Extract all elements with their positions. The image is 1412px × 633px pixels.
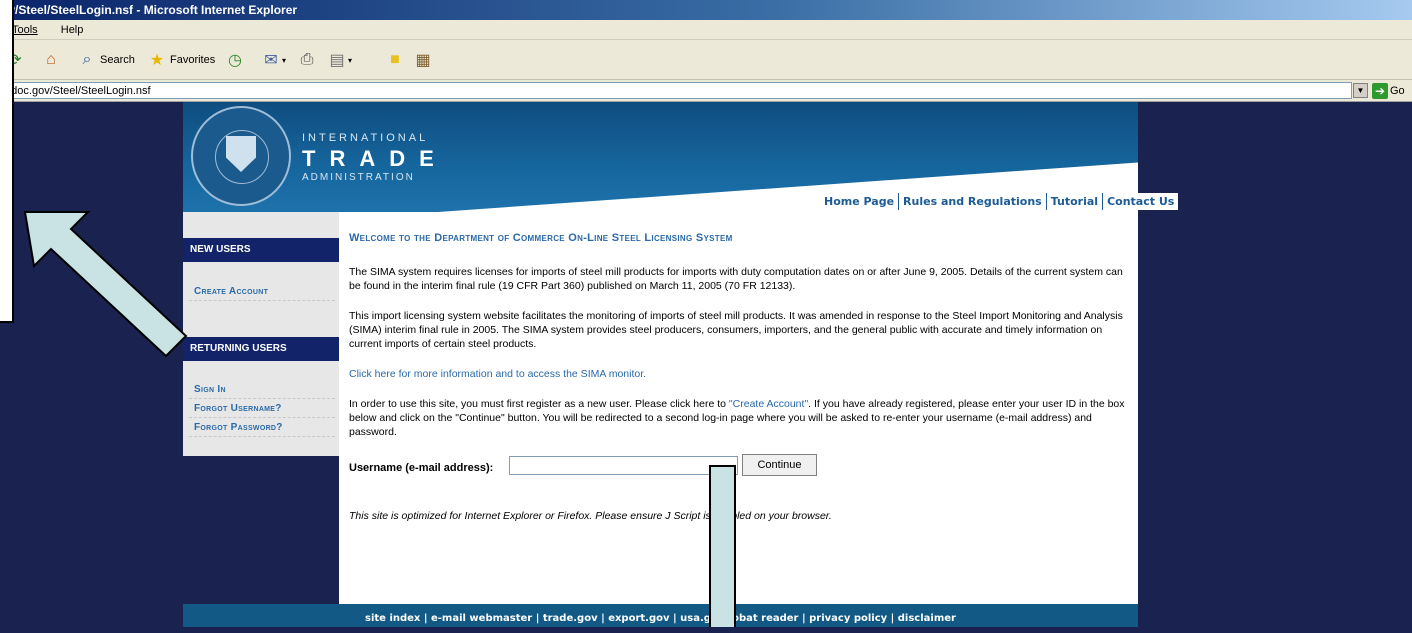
address-dropdown-button[interactable]: ▼ — [1353, 83, 1368, 98]
favorites-button[interactable]: ★ Favorites — [146, 48, 215, 72]
nav-tutorial[interactable]: Tutorial — [1045, 193, 1102, 210]
returning-users-heading: RETURNING USERS — [183, 337, 339, 361]
divider — [189, 398, 335, 399]
star-icon: ★ — [149, 52, 165, 69]
folder-icon: ■ — [390, 51, 400, 68]
address-input[interactable]: a.doc.gov/Steel/SteelLogin.nsf — [0, 82, 1352, 99]
chevron-down-icon: ▾ — [348, 55, 353, 65]
print-button[interactable]: ⎙ — [296, 48, 318, 72]
create-account-link[interactable]: Create Account — [194, 286, 268, 297]
annotation-bar — [709, 465, 736, 627]
print-icon: ⎙ — [300, 51, 314, 68]
nav-contact-us[interactable]: Contact Us — [1102, 193, 1178, 210]
sima-monitor-link[interactable]: Click here for more information and to a… — [349, 367, 1134, 381]
chevron-down-icon: ▾ — [282, 55, 287, 65]
left-sidebar: NEW USERS Create Account RETURNING USERS… — [183, 212, 339, 456]
mail-icon: ✉ — [264, 52, 278, 69]
nav-rules-regulations[interactable]: Rules and Regulations — [898, 193, 1046, 210]
home-button[interactable]: ⌂ — [40, 48, 62, 72]
nav-home-page[interactable]: Home Page — [820, 193, 898, 210]
history-icon: ◷ — [228, 52, 242, 69]
browser-note: This site is optimized for Internet Expl… — [349, 510, 832, 522]
forgot-password-link[interactable]: Forgot Password? — [194, 422, 283, 433]
annotation-arrow-shape — [23, 211, 188, 358]
create-account-inline-link[interactable]: "Create Account" — [729, 398, 808, 410]
divider — [189, 300, 335, 301]
research-button[interactable]: ▦ — [412, 48, 434, 72]
forgot-username-link[interactable]: Forgot Username? — [194, 403, 282, 414]
ita-line3: ADMINISTRATION — [302, 172, 415, 183]
address-bar: a.doc.gov/Steel/SteelLogin.nsf ▼ ➔ Go — [0, 80, 1412, 102]
home-icon: ⌂ — [46, 51, 56, 68]
window-title: ov/Steel/SteelLogin.nsf - Microsoft Inte… — [1, 3, 298, 17]
edit-icon: ▤ — [329, 52, 345, 69]
instructions-paragraph: In order to use this site, you must firs… — [349, 398, 1125, 438]
menu-help[interactable]: Help — [61, 24, 84, 36]
divider — [189, 417, 335, 418]
username-input[interactable] — [509, 456, 738, 475]
mail-button[interactable]: ✉ ▾ — [260, 48, 286, 72]
search-icon: ⌕ — [82, 51, 92, 68]
folder-button[interactable]: ■ — [384, 48, 406, 72]
search-button[interactable]: ⌕ Search — [76, 48, 135, 72]
ita-line1: INTERNATIONAL — [302, 132, 429, 144]
new-users-heading: NEW USERS — [183, 238, 339, 262]
intro-paragraph: The SIMA system requires licenses for im… — [349, 266, 1123, 292]
annotation-frame — [0, 0, 14, 323]
window-title-bar: ov/Steel/SteelLogin.nsf - Microsoft Inte… — [0, 0, 1412, 20]
welcome-heading: Welcome to the Department of Commerce On… — [349, 232, 733, 244]
edit-button[interactable]: ▤ ▾ — [326, 48, 352, 72]
browser-toolbar: ⟳ ⌂ ⌕ Search ★ Favorites ◷ ✉ ▾ ⎙ ▤ ▾ ■ ▦ — [0, 40, 1412, 80]
commerce-seal-logo — [191, 106, 291, 206]
menu-tools[interactable]: Tools — [12, 24, 38, 36]
go-button[interactable]: ➔ Go — [1372, 82, 1405, 100]
history-button[interactable]: ◷ — [224, 48, 246, 72]
research-icon: ▦ — [415, 52, 431, 69]
divider — [189, 436, 335, 437]
menu-bar: Tools Help — [0, 20, 1412, 40]
username-label: Username (e-mail address): — [349, 462, 494, 474]
continue-button[interactable]: Continue — [742, 454, 817, 476]
ita-line2: TRADE — [302, 146, 448, 171]
main-content: Welcome to the Department of Commerce On… — [339, 212, 1138, 604]
go-arrow-icon: ➔ — [1372, 83, 1388, 99]
top-navigation: Home Page Rules and Regulations Tutorial… — [820, 193, 1179, 210]
description-paragraph: This import licensing system website fac… — [349, 310, 1123, 350]
site-footer: site index | e-mail webmaster | trade.go… — [183, 604, 1138, 627]
chevron-down-icon: ▼ — [1356, 86, 1365, 95]
footer-links[interactable]: site index | e-mail webmaster | trade.go… — [365, 613, 956, 624]
sign-in-link[interactable]: Sign In — [194, 384, 226, 395]
